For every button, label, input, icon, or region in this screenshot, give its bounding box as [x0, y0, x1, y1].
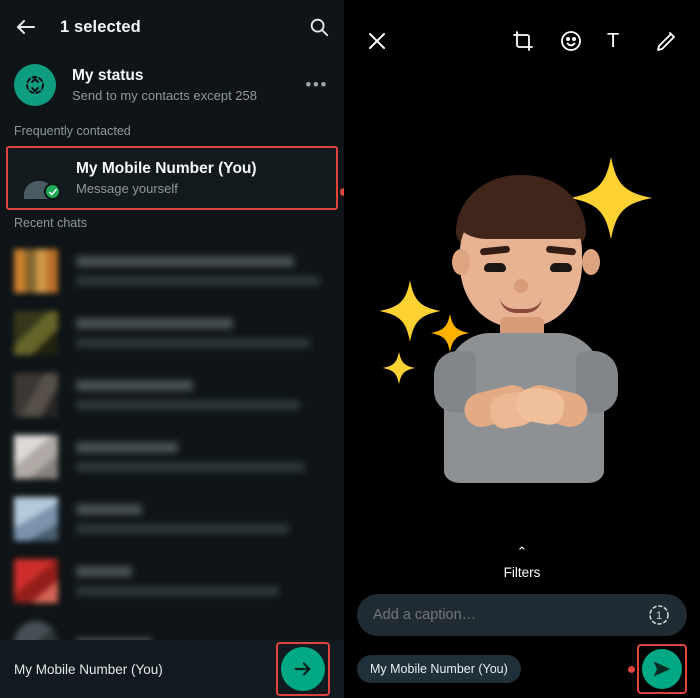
list-item[interactable] [0, 488, 344, 550]
annotation-dot [340, 188, 344, 196]
status-overflow-button[interactable]: ••• [303, 71, 330, 99]
screenshot-root: 1 selected My status Send to my contacts… [0, 0, 700, 698]
contact-subtitle: Message yourself [76, 181, 178, 196]
avatar [14, 497, 58, 541]
avatar [18, 157, 61, 200]
share-sheet-screen: 1 selected My status Send to my contacts… [0, 0, 347, 698]
list-item[interactable] [0, 240, 344, 302]
draw-pen-icon[interactable] [655, 29, 679, 53]
sparkle-icon [382, 351, 416, 385]
media-editor-screen: T ⌃ Filters Add a caption… 1 My Mobile N… [347, 0, 697, 698]
my-status-texts: My status Send to my contacts except 258 [72, 67, 303, 103]
editor-header: T [347, 0, 697, 82]
annotation-dot [628, 665, 635, 673]
avatar [14, 249, 58, 293]
svg-text:1: 1 [656, 610, 662, 622]
list-item-text [76, 380, 330, 410]
caption-input[interactable] [373, 607, 647, 623]
list-item-text [76, 504, 330, 534]
list-item-text [76, 256, 330, 286]
status-rings-icon [14, 64, 56, 106]
my-status-row[interactable]: My status Send to my contacts except 258… [0, 54, 344, 118]
share-bottom-bar: My Mobile Number (You) [0, 640, 344, 698]
avatar-sticker-image [372, 145, 672, 525]
filters-label: Filters [503, 565, 541, 580]
avatar [14, 559, 58, 603]
section-recent-chats: Recent chats [14, 216, 87, 230]
text-tool-icon[interactable]: T [607, 29, 631, 53]
contact-texts: My Mobile Number (You) Message yourself [76, 160, 257, 196]
list-item-text [76, 442, 330, 472]
avatar [14, 311, 58, 355]
contact-name: My Mobile Number (You) [76, 160, 257, 177]
editor-tools: T [511, 29, 679, 53]
page-title: 1 selected [60, 17, 141, 36]
avatar [14, 373, 58, 417]
avatar [14, 435, 58, 479]
media-preview [347, 140, 697, 530]
send-button-highlight [637, 644, 687, 694]
list-item[interactable] [0, 302, 344, 364]
send-fab-button[interactable] [281, 647, 325, 691]
list-item[interactable] [0, 364, 344, 426]
selected-contact-wrap: My Mobile Number (You) Message yourself [0, 146, 344, 210]
chevron-up-icon[interactable]: ⌃ [347, 545, 697, 558]
list-item[interactable] [0, 550, 344, 612]
section-frequently-contacted: Frequently contacted [14, 124, 131, 138]
list-item-text [76, 318, 330, 348]
caption-bar: 1 [357, 594, 687, 636]
my-status-subtitle: Send to my contacts except 258 [72, 88, 257, 103]
contact-row-selected[interactable]: My Mobile Number (You) Message yourself [6, 146, 338, 210]
sticker-emoji-icon[interactable] [559, 29, 583, 53]
filters-control[interactable]: ⌃ Filters [347, 545, 697, 580]
search-icon[interactable] [308, 16, 330, 38]
recent-chats-list [0, 240, 344, 674]
list-item-text [76, 566, 330, 596]
view-once-icon[interactable]: 1 [647, 603, 671, 627]
back-arrow-icon[interactable] [14, 15, 38, 39]
send-fab-highlight [276, 642, 330, 696]
recipient-chip[interactable]: My Mobile Number (You) [357, 655, 521, 683]
check-icon [44, 183, 61, 200]
share-sheet-header: 1 selected [0, 0, 344, 54]
send-button[interactable] [642, 649, 682, 689]
crop-rotate-icon[interactable] [511, 29, 535, 53]
my-status-title: My status [72, 67, 144, 84]
close-icon[interactable] [365, 29, 389, 53]
editor-bottom-bar: My Mobile Number (You) [347, 640, 697, 698]
recipients-label: My Mobile Number (You) [14, 661, 163, 677]
list-item[interactable] [0, 426, 344, 488]
memoji-figure [430, 175, 620, 515]
